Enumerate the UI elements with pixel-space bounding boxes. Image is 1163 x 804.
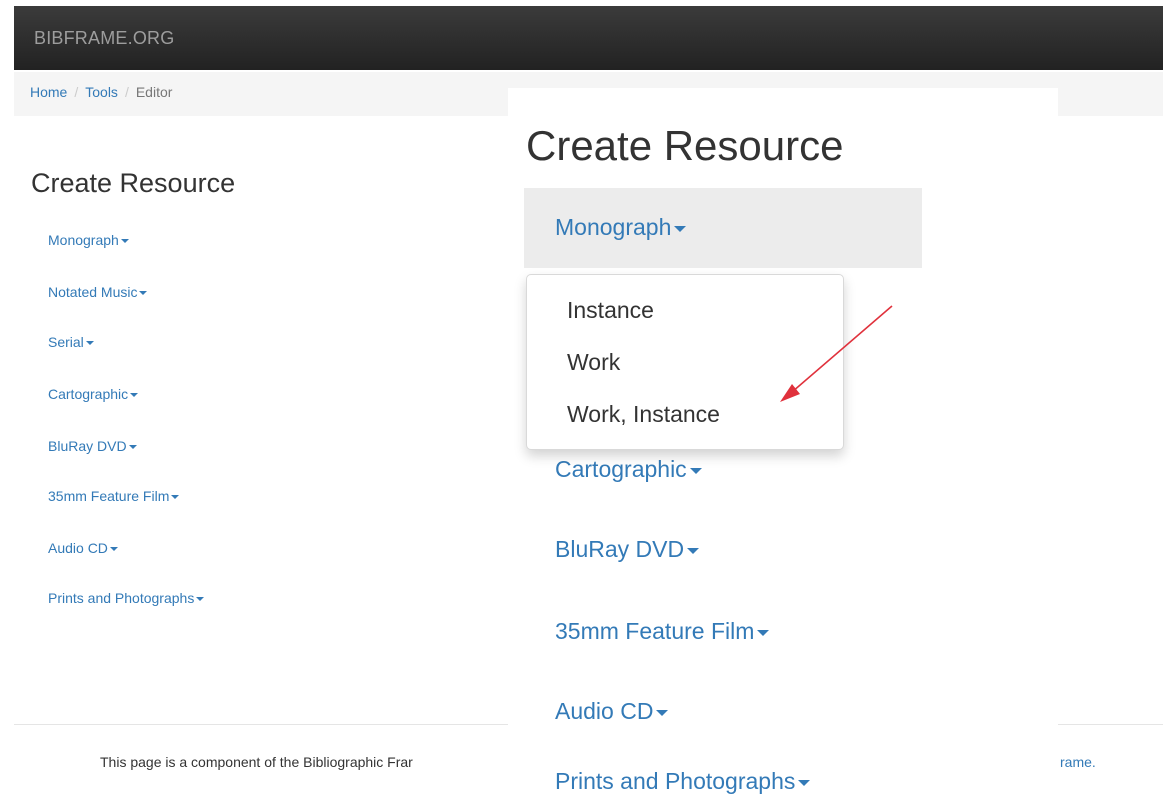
breadcrumb-separator: / [74,84,79,100]
caret-down-icon [196,597,205,602]
caret-down-icon [130,393,139,398]
resource-item-notated-music[interactable]: Notated Music [48,284,148,300]
top-navbar: BIBFRAME.ORG [14,6,1163,70]
breadcrumb-home[interactable]: Home [30,84,67,100]
caret-down-icon [687,547,700,554]
resource-label: Notated Music [48,284,138,300]
resource-label: Prints and Photographs [555,768,796,794]
resource-label: Audio CD [555,698,654,724]
resource-item-audio-cd[interactable]: Audio CD [48,540,118,556]
red-arrow-icon [780,305,893,402]
caret-down-icon [757,629,770,636]
zoomed-item-monograph[interactable]: Monograph [555,214,687,241]
resource-label: Cartographic [48,386,129,402]
dropdown-option-instance[interactable]: Instance [567,297,654,324]
resource-label: Prints and Photographs [48,590,195,606]
caret-down-icon [109,547,118,552]
caret-down-icon [139,291,148,296]
resource-item-prints-and-photographs[interactable]: Prints and Photographs [48,590,205,606]
resource-item-cartographic[interactable]: Cartographic [48,386,139,402]
zoomed-item-bluray-dvd[interactable]: BluRay DVD [555,536,700,563]
resource-label: Monograph [48,232,119,248]
resource-label: Monograph [555,214,672,240]
caret-down-icon [85,341,94,346]
footer-text: This page is a component of the Bibliogr… [100,754,413,770]
caret-down-icon [171,495,180,500]
footer-link[interactable]: rame. [1060,754,1096,770]
breadcrumb-editor: Editor [135,84,173,100]
caret-down-icon [674,225,687,232]
brand-link[interactable]: BIBFRAME.ORG [34,28,174,49]
zoomed-item-prints-and-photographs[interactable]: Prints and Photographs [555,768,811,795]
resource-item-35mm-feature-film[interactable]: 35mm Feature Film [48,488,180,504]
dropdown-option-work[interactable]: Work [567,349,620,376]
resource-item-monograph[interactable]: Monograph [48,232,129,248]
resource-item-bluray-dvd[interactable]: BluRay DVD [48,438,137,454]
resource-label: BluRay DVD [555,536,685,562]
zoomed-item-cartographic[interactable]: Cartographic [555,456,702,483]
zoomed-item-audio-cd[interactable]: Audio CD [555,698,669,725]
page-title: Create Resource [31,168,236,198]
caret-down-icon [798,779,811,786]
resource-item-serial[interactable]: Serial [48,334,94,350]
resource-label: Audio CD [48,540,108,556]
caret-down-icon [656,709,669,716]
resource-label: 35mm Feature Film [555,618,755,644]
breadcrumb-separator: / [124,84,129,100]
caret-down-icon [128,445,137,450]
zoomed-page-title: Create Resource [526,122,844,169]
breadcrumb-tools[interactable]: Tools [85,84,118,100]
resource-label: BluRay DVD [48,438,127,454]
resource-label: Serial [48,334,84,350]
resource-label: Cartographic [555,456,687,482]
zoomed-item-35mm-feature-film[interactable]: 35mm Feature Film [555,618,770,645]
caret-down-icon [120,239,129,244]
caret-down-icon [689,467,702,474]
resource-label: 35mm Feature Film [48,488,170,504]
dropdown-option-work-instance[interactable]: Work, Instance [567,401,720,428]
